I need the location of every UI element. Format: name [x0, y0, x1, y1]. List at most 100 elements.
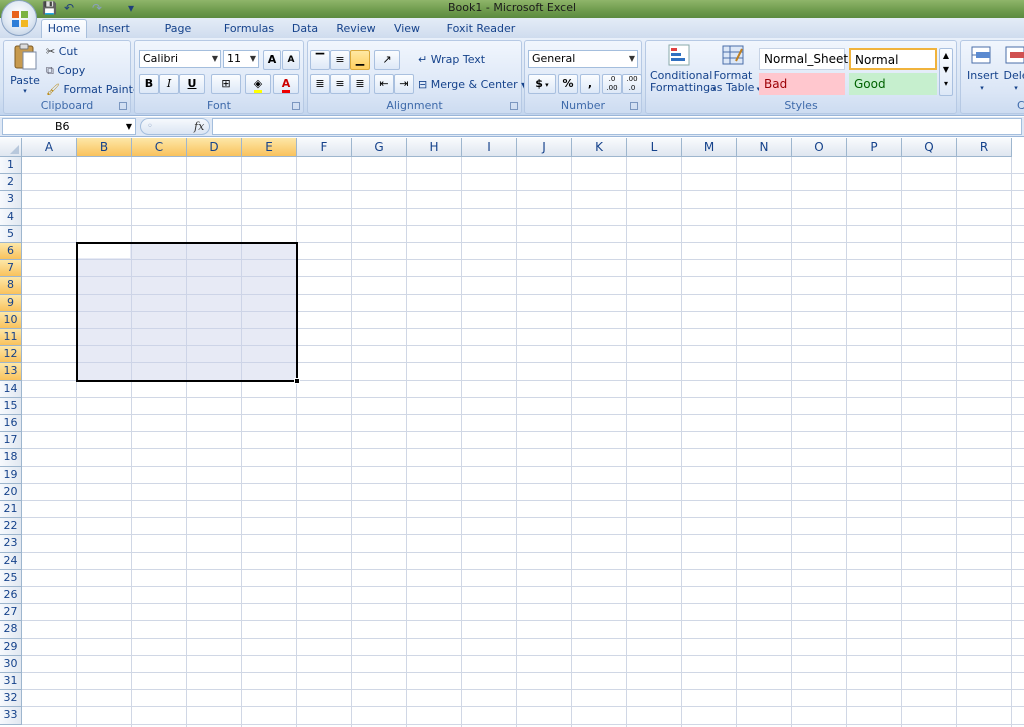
align-bottom-button[interactable]: ▁	[350, 50, 370, 70]
redo-icon[interactable]: ↷	[90, 1, 104, 16]
paste-button[interactable]: Paste ▾	[8, 43, 42, 99]
column-header-h[interactable]: H	[407, 138, 462, 157]
bold-button[interactable]: B	[139, 74, 159, 94]
column-header-m[interactable]: M	[682, 138, 737, 157]
column-header-o[interactable]: O	[792, 138, 847, 157]
insert-function-icon[interactable]: fx	[194, 119, 204, 134]
font-launcher-icon[interactable]	[292, 102, 300, 110]
column-header-j[interactable]: J	[517, 138, 572, 157]
row-header-13[interactable]: 13	[0, 363, 22, 381]
style-normal-sheet1[interactable]: Normal_Sheet1	[759, 48, 856, 70]
column-header-r[interactable]: R	[957, 138, 1012, 157]
tab-foxit-reader-pdf[interactable]: Foxit Reader PDF	[436, 20, 526, 52]
insert-cells-button[interactable]: Insert ▾	[967, 43, 999, 94]
worksheet-grid[interactable]: ABCDEFGHIJKLMNOPQR 1 2 3 4 5 6 7 8 9 10 11 12 13 14 15…	[0, 138, 1024, 727]
tab-formulas[interactable]: Formulas	[222, 20, 276, 38]
delete-cells-button[interactable]: Dele ▾	[1001, 43, 1024, 94]
row-header-10[interactable]: 10	[0, 311, 22, 329]
row-header-17[interactable]: 17	[0, 432, 22, 450]
increase-decimal-button[interactable]: .0 .00	[602, 74, 622, 94]
grow-font-button[interactable]: A	[263, 50, 281, 70]
row-header-27[interactable]: 27	[0, 604, 22, 622]
save-icon[interactable]: 💾	[42, 1, 57, 16]
orientation-button[interactable]: ↗	[374, 50, 400, 70]
currency-button[interactable]: $ ▾	[528, 74, 556, 94]
column-header-p[interactable]: P	[847, 138, 902, 157]
fill-color-button[interactable]: ◈	[245, 74, 271, 94]
merge-center-button[interactable]: ⊟ Merge & Center ▼	[418, 78, 527, 91]
number-launcher-icon[interactable]	[630, 102, 638, 110]
tab-view[interactable]: View	[390, 20, 424, 38]
row-header-33[interactable]: 33	[0, 707, 22, 725]
undo-icon[interactable]: ↶	[62, 1, 76, 16]
fill-handle[interactable]	[294, 377, 300, 384]
wrap-text-button[interactable]: ↵ Wrap Text	[418, 53, 485, 66]
active-cell[interactable]	[78, 244, 130, 259]
row-header-1[interactable]: 1	[0, 157, 22, 175]
column-header-b[interactable]: B	[77, 138, 132, 157]
column-header-e[interactable]: E	[242, 138, 297, 157]
column-header-k[interactable]: K	[572, 138, 627, 157]
format-painter-button[interactable]: 🖌 Format Painter	[46, 83, 144, 96]
column-header-l[interactable]: L	[627, 138, 682, 157]
number-format-select[interactable]: General ▼	[528, 50, 638, 68]
column-header-d[interactable]: D	[187, 138, 242, 157]
align-middle-button[interactable]: ≡	[330, 50, 350, 70]
row-header-29[interactable]: 29	[0, 638, 22, 656]
tab-data[interactable]: Data	[288, 20, 322, 38]
row-header-20[interactable]: 20	[0, 483, 22, 501]
column-header-f[interactable]: F	[297, 138, 352, 157]
italic-button[interactable]: I	[159, 74, 179, 94]
select-all-button[interactable]	[0, 138, 22, 157]
row-header-7[interactable]: 7	[0, 260, 22, 278]
font-name-select[interactable]: Calibri ▼	[139, 50, 221, 68]
align-center-button[interactable]: ≡	[330, 74, 350, 94]
column-header-n[interactable]: N	[737, 138, 792, 157]
column-header-a[interactable]: A	[22, 138, 77, 157]
copy-button[interactable]: ⧉ Copy	[46, 64, 85, 78]
style-good[interactable]: Good	[849, 73, 937, 95]
tab-page-layout[interactable]: Page Layout	[146, 20, 210, 52]
tab-review[interactable]: Review	[334, 20, 378, 38]
row-header-26[interactable]: 26	[0, 587, 22, 605]
row-header-16[interactable]: 16	[0, 415, 22, 433]
customize-qat-icon[interactable]: ▾	[124, 1, 138, 16]
percent-button[interactable]: %	[558, 74, 578, 94]
font-size-select[interactable]: 11 ▼	[223, 50, 259, 68]
expand-icon[interactable]: ◦	[147, 119, 153, 134]
alignment-launcher-icon[interactable]	[510, 102, 518, 110]
column-header-i[interactable]: I	[462, 138, 517, 157]
comma-button[interactable]: ,	[580, 74, 600, 94]
tab-home[interactable]: Home	[41, 19, 87, 39]
tab-insert[interactable]: Insert	[94, 20, 134, 38]
font-color-button[interactable]: A	[273, 74, 299, 94]
decrease-indent-button[interactable]: ⇤	[374, 74, 394, 94]
format-as-table-button[interactable]: Format as Table ▾	[710, 43, 760, 95]
column-header-c[interactable]: C	[132, 138, 187, 157]
row-header-30[interactable]: 30	[0, 655, 22, 673]
row-header-6[interactable]: 6	[0, 243, 22, 261]
row-header-8[interactable]: 8	[0, 277, 22, 295]
row-header-14[interactable]: 14	[0, 380, 22, 398]
increase-indent-button[interactable]: ⇥	[394, 74, 414, 94]
align-top-button[interactable]: ▔	[310, 50, 330, 70]
clipboard-launcher-icon[interactable]	[119, 102, 127, 110]
row-header-5[interactable]: 5	[0, 225, 22, 243]
row-header-28[interactable]: 28	[0, 621, 22, 639]
row-header-18[interactable]: 18	[0, 449, 22, 467]
row-header-19[interactable]: 19	[0, 466, 22, 484]
row-header-23[interactable]: 23	[0, 535, 22, 553]
row-header-21[interactable]: 21	[0, 501, 22, 519]
row-header-15[interactable]: 15	[0, 397, 22, 415]
align-left-button[interactable]: ≣	[310, 74, 330, 94]
cut-button[interactable]: ✂ Cut	[46, 45, 78, 58]
row-header-9[interactable]: 9	[0, 294, 22, 312]
style-normal[interactable]: Normal	[849, 48, 937, 70]
row-header-4[interactable]: 4	[0, 208, 22, 226]
conditional-formatting-button[interactable]: Conditional Formatting ▾	[650, 43, 716, 95]
column-header-g[interactable]: G	[352, 138, 407, 157]
shrink-font-button[interactable]: A	[282, 50, 300, 70]
formula-input[interactable]	[212, 118, 1022, 135]
row-header-3[interactable]: 3	[0, 191, 22, 209]
row-header-2[interactable]: 2	[0, 174, 22, 192]
